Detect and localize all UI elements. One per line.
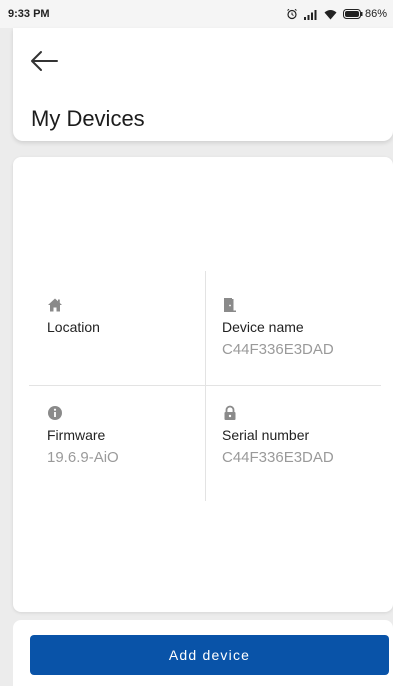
battery-icon	[342, 9, 363, 19]
device-name-cell: Device name C44F336E3DAD	[222, 297, 334, 358]
signal-icon	[303, 9, 318, 20]
status-icons: 86%	[286, 8, 387, 20]
device-info-card: Location Device name C44F336E3DAD Firmwa…	[13, 157, 393, 612]
firmware-cell: Firmware 19.6.9-AiO	[47, 405, 119, 466]
home-icon	[47, 297, 63, 313]
serial-number-cell: Serial number C44F336E3DAD	[222, 405, 334, 466]
serial-number-value: C44F336E3DAD	[222, 449, 334, 466]
grid-divider-horizontal	[29, 385, 381, 386]
serial-number-label: Serial number	[222, 427, 310, 443]
add-device-button[interactable]: Add device	[30, 635, 389, 675]
battery-indicator: 86%	[342, 8, 387, 20]
bottom-action-bar: Add device	[13, 620, 393, 686]
device-name-value: C44F336E3DAD	[222, 341, 334, 358]
lock-icon	[222, 405, 238, 421]
page-title: My Devices	[31, 106, 145, 131]
back-button[interactable]	[29, 50, 61, 74]
firmware-value: 19.6.9-AiO	[47, 449, 119, 466]
grid-divider-vertical	[205, 271, 206, 501]
arrow-left-icon	[29, 51, 59, 76]
info-icon	[47, 405, 63, 421]
header: My Devices	[13, 28, 393, 141]
device-name-label: Device name	[222, 319, 304, 335]
alarm-icon	[286, 8, 298, 20]
location-label: Location	[47, 319, 100, 335]
status-bar: 9:33 PM 86%	[0, 0, 393, 28]
location-cell: Location	[47, 297, 100, 341]
firmware-label: Firmware	[47, 427, 106, 443]
battery-percent: 86%	[364, 8, 387, 20]
wifi-icon	[324, 9, 337, 20]
door-icon	[222, 297, 238, 313]
status-time: 9:33 PM	[8, 8, 50, 20]
